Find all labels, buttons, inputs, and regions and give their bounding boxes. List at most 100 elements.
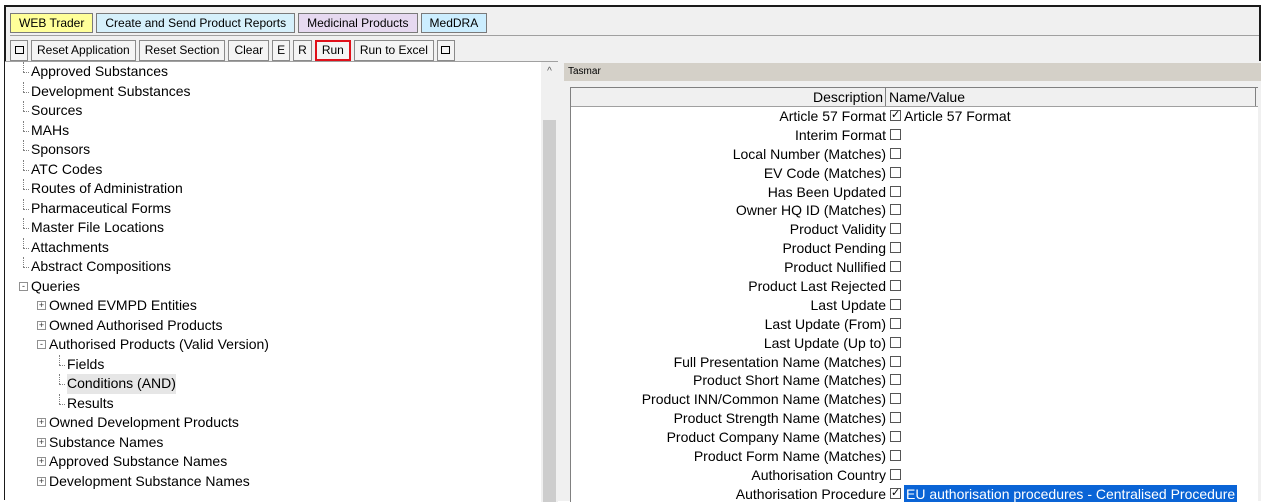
tree-item[interactable]: + Owned Authorised Products <box>5 316 535 336</box>
grid-row: Product Pending <box>571 239 1258 258</box>
grid-row: Authorisation Country <box>571 466 1258 485</box>
column-divider[interactable] <box>1255 88 1256 106</box>
condition-checkbox[interactable] <box>890 374 901 386</box>
tab-meddra[interactable]: MedDRA <box>420 13 488 33</box>
tree-item-label: ATC Codes <box>31 160 103 177</box>
toolbar: Reset Application Reset Section Clear E … <box>10 40 455 62</box>
condition-checkbox[interactable] <box>890 355 901 367</box>
condition-checkbox[interactable] <box>890 242 901 254</box>
condition-checkbox[interactable] <box>890 166 901 178</box>
tree-item[interactable]: Fields <box>5 354 535 375</box>
collapse-left-button[interactable] <box>10 40 28 61</box>
conditions-panel: Tasmar Description Name/Value Article 57… <box>564 61 1261 502</box>
tree-connector <box>23 91 29 93</box>
tree-item[interactable]: + Development Substance Names <box>5 472 535 492</box>
tree-connector <box>23 237 24 248</box>
condition-checkbox[interactable] <box>890 468 901 480</box>
expand-icon[interactable]: + <box>37 301 46 310</box>
tree-item[interactable]: ATC Codes <box>5 159 535 180</box>
condition-checkbox[interactable]: ✓ <box>890 110 901 121</box>
grid-row: Interim Format <box>571 126 1258 145</box>
condition-checkbox[interactable] <box>890 204 901 216</box>
reset-section-button[interactable]: Reset Section <box>138 40 226 61</box>
tree-item-label: Routes of Administration <box>31 180 183 196</box>
tree-item[interactable]: Sponsors <box>5 140 535 160</box>
tree-item[interactable]: - Queries <box>5 277 535 297</box>
tree-item[interactable]: Routes of Administration <box>5 179 535 199</box>
grid-row: Product Short Name (Matches) <box>571 371 1258 390</box>
condition-checkbox[interactable] <box>890 393 901 405</box>
e-button[interactable]: E <box>272 40 291 61</box>
tree-item[interactable]: Abstract Compositions <box>5 257 535 277</box>
condition-checkbox[interactable] <box>890 261 901 273</box>
tree-item[interactable]: Pharmaceutical Forms <box>5 198 535 219</box>
tab-web-trader[interactable]: WEB Trader <box>10 13 94 33</box>
condition-checkbox[interactable] <box>890 185 901 197</box>
condition-checkbox[interactable] <box>890 223 901 235</box>
scroll-up-icon[interactable]: ^ <box>541 64 558 80</box>
collapse-icon[interactable]: - <box>37 340 46 349</box>
tab-medicinal-products[interactable]: Medicinal Products <box>298 13 418 33</box>
condition-checkbox[interactable] <box>890 280 901 292</box>
tree-item-label: Sources <box>31 102 83 118</box>
tree-item-label: Master File Locations <box>31 219 165 235</box>
condition-checkbox[interactable] <box>890 128 901 140</box>
run-to-excel-button[interactable]: Run to Excel <box>353 40 434 61</box>
condition-label: Has Been Updated <box>767 183 886 200</box>
tree-item[interactable]: + Approved Substance Names <box>5 452 535 472</box>
expand-icon[interactable]: + <box>37 418 46 427</box>
tree-item[interactable]: MAHs <box>5 120 535 141</box>
reset-application-button[interactable]: Reset Application <box>31 40 136 61</box>
condition-label: Owner HQ ID (Matches) <box>735 202 886 219</box>
condition-checkbox[interactable] <box>890 298 901 310</box>
grid-row: Product Nullified <box>571 258 1258 277</box>
tree-connector <box>23 130 29 132</box>
column-header-value[interactable]: Name/Value <box>889 88 965 106</box>
tree-item[interactable]: Conditions (AND) <box>5 374 535 394</box>
tree-item-label: Sponsors <box>31 141 91 157</box>
tree-item[interactable]: Master File Locations <box>5 218 535 238</box>
tree-item[interactable]: Results <box>5 393 535 414</box>
expand-icon[interactable]: + <box>37 437 46 447</box>
r-button[interactable]: R <box>293 40 312 61</box>
condition-checkbox[interactable] <box>890 336 901 348</box>
condition-checkbox[interactable] <box>890 412 901 424</box>
column-divider[interactable] <box>885 88 886 106</box>
run-button[interactable]: Run <box>314 40 351 61</box>
tree-item[interactable]: + Substance Names <box>5 433 535 453</box>
tree-connector <box>23 208 29 210</box>
tree-item[interactable]: Approved Substances <box>5 62 535 82</box>
tree-item-label: Owned Authorised Products <box>49 316 223 333</box>
tree-item[interactable]: + Owned EVMPD Entities <box>5 296 535 316</box>
tree-item-label: Substance Names <box>49 433 164 450</box>
tree-item-label: Approved Substances <box>31 63 168 79</box>
condition-value[interactable]: Article 57 Format <box>904 107 1011 126</box>
scroll-thumb[interactable] <box>543 120 556 502</box>
condition-label: Local Number (Matches) <box>732 145 886 162</box>
expand-icon[interactable]: + <box>37 320 46 330</box>
condition-checkbox[interactable]: ✓ <box>890 487 901 499</box>
collapse-icon[interactable]: - <box>19 281 28 291</box>
condition-checkbox[interactable] <box>890 147 901 159</box>
condition-value[interactable]: EU authorisation procedures - Centralise… <box>904 484 1238 502</box>
condition-checkbox[interactable] <box>890 317 901 329</box>
tree-item[interactable]: + Owned Development Products <box>5 413 535 433</box>
tree-item[interactable]: - Authorised Products (Valid Version) <box>5 335 535 355</box>
expand-right-button[interactable] <box>436 40 455 61</box>
column-header-description[interactable]: Description <box>571 88 885 106</box>
condition-label: Product Last Rejected <box>748 278 886 295</box>
grid-row: Article 57 Format ✓ Article 57 Format <box>571 107 1258 126</box>
tree-scrollbar[interactable]: ^ <box>541 62 558 502</box>
tab-create-send-reports[interactable]: Create and Send Product Reports <box>96 13 296 33</box>
tree-item[interactable]: Sources <box>5 101 535 121</box>
condition-checkbox[interactable] <box>890 431 901 443</box>
tree-item[interactable]: Development Substances <box>5 81 535 102</box>
tree-connector <box>59 393 60 404</box>
tree-connector <box>59 384 65 385</box>
clear-button[interactable]: Clear <box>228 40 270 61</box>
expand-icon[interactable]: + <box>37 476 46 486</box>
condition-checkbox[interactable] <box>890 450 901 462</box>
tree-item-label: Attachments <box>31 238 109 255</box>
expand-icon[interactable]: + <box>37 457 46 466</box>
tree-item[interactable]: Attachments <box>5 237 535 258</box>
